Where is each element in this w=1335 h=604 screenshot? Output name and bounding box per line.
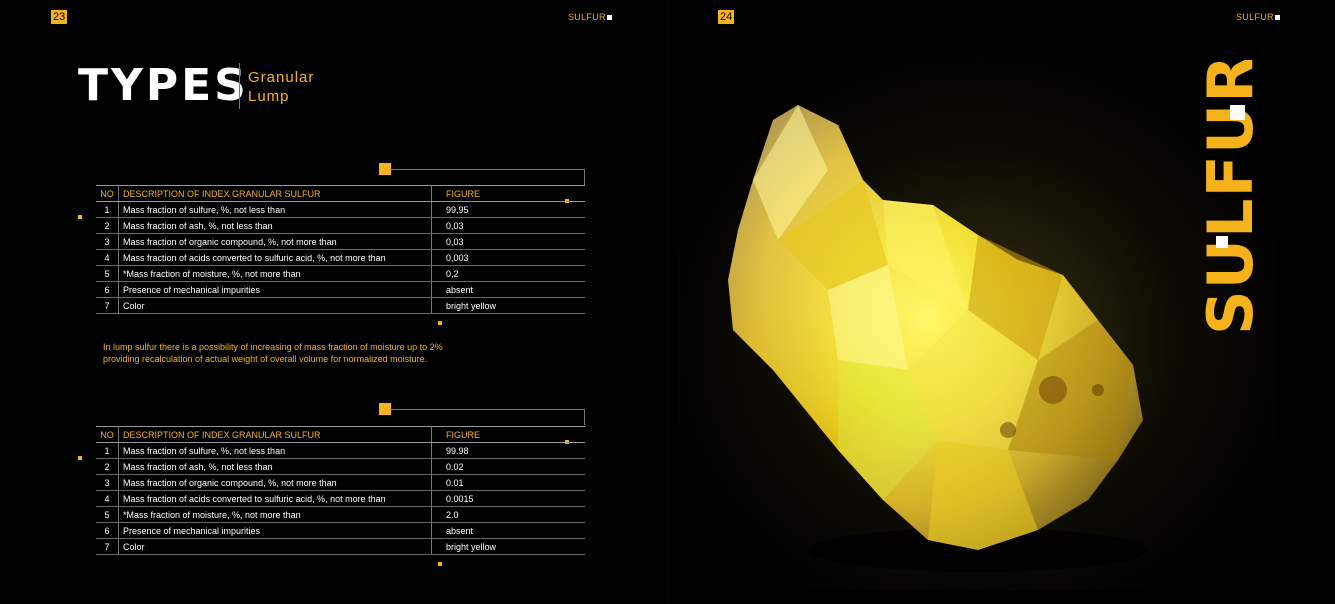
right-page: 24 SULFUR SULFUR	[668, 0, 1335, 604]
row-description: Mass fraction of acids converted to sulf…	[118, 249, 432, 266]
column-header-description: DESCRIPTION OF INDEX GRANULAR SULFUR	[118, 185, 432, 202]
decor-dot	[438, 321, 442, 325]
frame-line	[391, 409, 584, 410]
note-line: In lump sulfur there is a possibility of…	[103, 342, 443, 352]
row-figure: 0.0015	[431, 490, 585, 507]
row-figure: 0,03	[431, 233, 585, 250]
row-figure: 99.98	[431, 442, 585, 459]
table-row: 2 Mass fraction of ash, %, not less than 0…	[96, 217, 585, 234]
row-number: 6	[96, 522, 119, 539]
row-figure: bright yellow	[431, 538, 585, 555]
row-description: *Mass fraction of moisture, %, not more …	[118, 506, 432, 523]
table-row: 2 Mass fraction of ash, %, not less than 0…	[96, 458, 585, 475]
column-header-no: NO	[96, 185, 119, 202]
decor-dot	[438, 562, 442, 566]
row-number: 4	[96, 249, 119, 266]
row-number: 7	[96, 538, 119, 555]
row-description: Presence of mechanical impurities	[118, 522, 432, 539]
table-row: 3 Mass fraction of organic compound, %, n…	[96, 233, 585, 250]
row-number: 4	[96, 490, 119, 507]
row-figure: 99,95	[431, 201, 585, 218]
row-description: Mass fraction of ash, %, not less than	[118, 458, 432, 475]
row-description: Mass fraction of sulfure, %, not less th…	[118, 201, 432, 218]
row-number: 7	[96, 297, 119, 314]
table-row: 7 Color bright yellow	[96, 538, 585, 555]
row-number: 2	[96, 458, 119, 475]
left-page: 23 SULFUR TYPES Granular Lump NO DESCRIP…	[0, 0, 667, 604]
frame-line	[584, 169, 585, 185]
table-row: 4 Mass fraction of acids converted to sul…	[96, 249, 585, 266]
row-description: Mass fraction of organic compound, %, no…	[118, 233, 432, 250]
row-number: 1	[96, 201, 119, 218]
table-row: 1 Mass fraction of sulfure, %, not less t…	[96, 201, 585, 218]
page-title: TYPES	[78, 60, 249, 111]
table-row: 6 Presence of mechanical impurities absent	[96, 281, 585, 298]
row-description: *Mass fraction of moisture, %, not more …	[118, 265, 432, 282]
row-figure: 0,03	[431, 217, 585, 234]
table-header-row: NO DESCRIPTION OF INDEX GRANULAR SULFUR …	[96, 426, 585, 443]
square-icon	[1274, 15, 1280, 20]
moisture-note: In lump sulfur there is a possibility of…	[103, 341, 443, 365]
row-description: Mass fraction of organic compound, %, no…	[118, 474, 432, 491]
column-header-figure: FIGURE	[431, 185, 585, 202]
table-header-row: NO DESCRIPTION OF INDEX GRANULAR SULFUR …	[96, 185, 585, 202]
decor-square	[379, 403, 391, 415]
row-number: 5	[96, 506, 119, 523]
subtype-lump: Lump	[248, 88, 290, 105]
brand-square	[1230, 105, 1245, 120]
note-line: providing recalculation of actual weight…	[103, 354, 428, 364]
row-number: 6	[96, 281, 119, 298]
brand-word: SULFUR	[1194, 60, 1266, 335]
frame-line	[391, 169, 584, 170]
row-description: Mass fraction of sulfure, %, not less th…	[118, 442, 432, 459]
row-figure: absent	[431, 522, 585, 539]
row-number: 3	[96, 474, 119, 491]
brand-square	[1216, 236, 1228, 248]
row-number: 3	[96, 233, 119, 250]
row-figure: 0.01	[431, 474, 585, 491]
page-number-left: 23	[51, 10, 68, 24]
row-number: 1	[96, 442, 119, 459]
table-row: 5 *Mass fraction of moisture, %, not more…	[96, 506, 585, 523]
page-number-right: 24	[718, 10, 735, 24]
sulfur-vertical-wordmark: SULFUR	[1194, 60, 1266, 335]
row-figure: 2.0	[431, 506, 585, 523]
row-figure: 0,2	[431, 265, 585, 282]
square-icon	[606, 15, 612, 20]
row-description: Color	[118, 538, 432, 555]
table-row: 1 Mass fraction of sulfure, %, not less t…	[96, 442, 585, 459]
spec-table-lump: NO DESCRIPTION OF INDEX GRANULAR SULFUR …	[96, 426, 585, 555]
row-figure: 0.02	[431, 458, 585, 475]
running-head-left: SULFUR	[568, 12, 612, 22]
subtype-granular: Granular	[248, 69, 315, 86]
row-description: Mass fraction of acids converted to sulf…	[118, 490, 432, 507]
magazine-spread: 23 SULFUR TYPES Granular Lump NO DESCRIP…	[0, 0, 1335, 604]
column-header-figure: FIGURE	[431, 426, 585, 443]
row-description: Color	[118, 297, 432, 314]
table-row: 5 *Mass fraction of moisture, %, not more…	[96, 265, 585, 282]
table-row: 3 Mass fraction of organic compound, %, n…	[96, 474, 585, 491]
frame-line	[584, 409, 585, 425]
row-number: 5	[96, 265, 119, 282]
decor-square	[379, 163, 391, 175]
row-figure: 0,003	[431, 249, 585, 266]
decor-dot	[78, 456, 82, 460]
row-figure: bright yellow	[431, 297, 585, 314]
row-number: 2	[96, 217, 119, 234]
title-divider	[239, 63, 240, 109]
column-header-description: DESCRIPTION OF INDEX GRANULAR SULFUR	[118, 426, 432, 443]
running-head-right: SULFUR	[1236, 12, 1280, 22]
decor-dot	[78, 215, 82, 219]
spec-table-granular: NO DESCRIPTION OF INDEX GRANULAR SULFUR …	[96, 185, 585, 314]
row-figure: absent	[431, 281, 585, 298]
row-description: Mass fraction of ash, %, not less than	[118, 217, 432, 234]
subtypes-list: Granular Lump	[248, 68, 314, 106]
table-row: 6 Presence of mechanical impurities absent	[96, 522, 585, 539]
row-description: Presence of mechanical impurities	[118, 281, 432, 298]
column-header-no: NO	[96, 426, 119, 443]
table-row: 4 Mass fraction of acids converted to sul…	[96, 490, 585, 507]
table-row: 7 Color bright yellow	[96, 297, 585, 314]
